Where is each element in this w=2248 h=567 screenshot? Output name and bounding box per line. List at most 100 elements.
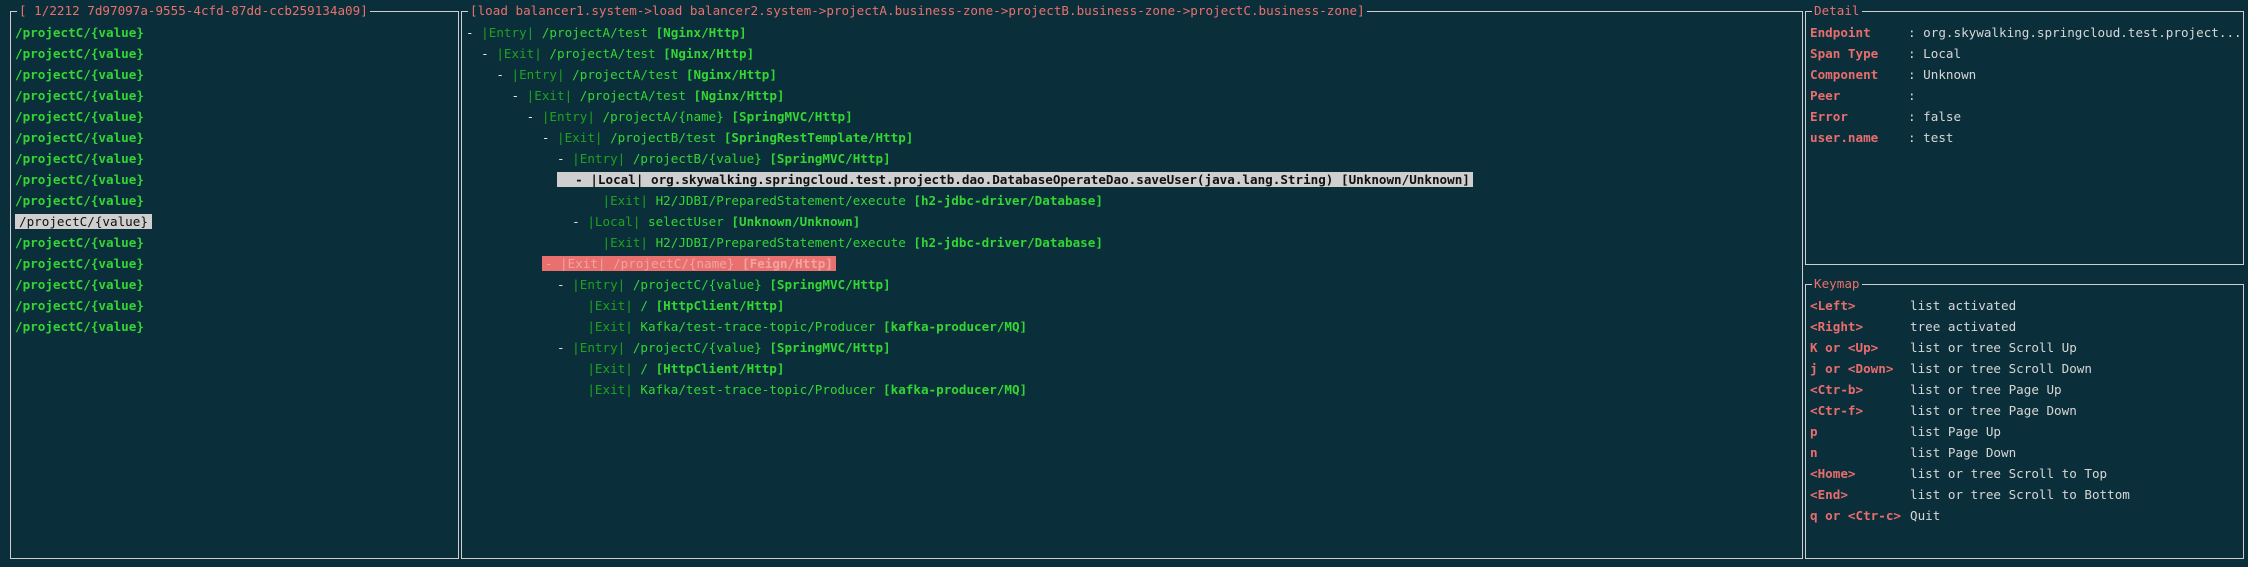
span-component: [Nginx/Http] <box>663 46 755 61</box>
detail-value: : <box>1908 88 1916 103</box>
tree-node-toggle[interactable]: - <box>557 277 572 292</box>
tree-node-toggle[interactable]: - <box>527 109 542 124</box>
span-tree-node[interactable]: |Exit| / [HttpClient/Http] <box>466 358 1798 379</box>
span-component: [Nginx/Http] <box>655 25 747 40</box>
span-component: [SpringMVC/Http] <box>769 151 891 166</box>
detail-value: : Local <box>1908 46 1962 61</box>
keymap-row: p list Page Up <box>1810 421 2239 442</box>
trace-list-item[interactable]: /projectC/{value} <box>15 127 454 148</box>
trace-list-item[interactable]: /projectC/{value} <box>15 232 454 253</box>
keymap-desc: list Page Down <box>1910 445 2017 460</box>
span-name: /projectA/test <box>572 88 694 103</box>
trace-list-item-label: /projectC/{value} <box>15 298 144 313</box>
tree-node-toggle[interactable]: - <box>542 130 557 145</box>
keymap-key: q or <Ctr-c> <box>1810 508 1901 523</box>
span-component: [Nginx/Http] <box>685 67 777 82</box>
span-kind: |Exit| <box>496 46 542 61</box>
span-tree-node[interactable]: - |Exit| /projectC/{name} [Feign/Http] <box>466 253 1798 274</box>
span-tree-node[interactable]: - |Local| selectUser [Unknown/Unknown] <box>466 211 1798 232</box>
trace-list-item[interactable]: /projectC/{value} <box>15 253 454 274</box>
span-tree-node[interactable]: - |Entry| /projectC/{value} [SpringMVC/H… <box>466 274 1798 295</box>
detail-label: Component <box>1810 67 1879 82</box>
trace-list-item[interactable]: /projectC/{value} <box>15 64 454 85</box>
tree-node-toggle[interactable]: - <box>545 256 560 271</box>
span-tree-node[interactable]: - |Entry| /projectA/test [Nginx/Http] <box>466 22 1798 43</box>
detail-value: : test <box>1908 130 1954 145</box>
keymap-pane: Keymap <Left> list activated <Right> tree a… <box>1805 274 2244 559</box>
trace-list-item[interactable]: /projectC/{value} <box>15 211 454 232</box>
trace-list-item[interactable]: /projectC/{value} <box>15 106 454 127</box>
span-kind: |Exit| <box>526 88 573 103</box>
tree-node-toggle[interactable]: - <box>560 172 590 187</box>
span-tree-node[interactable]: - |Entry| /projectA/{name} [SpringMVC/Ht… <box>466 106 1798 127</box>
keymap-row: q or <Ctr-c> Quit <box>1810 505 2239 526</box>
trace-list-item[interactable]: /projectC/{value} <box>15 169 454 190</box>
span-component: [Unknown/Unknown] <box>731 214 861 229</box>
trace-list-pane[interactable]: [ 1/2212 7d97097a-9555-4cfd-87dd-ccb2591… <box>10 1 459 559</box>
tree-node-toggle[interactable]: - <box>496 67 511 82</box>
span-name: / <box>632 361 656 376</box>
span-tree-node[interactable]: |Exit| Kafka/test-trace-topic/Producer [… <box>466 379 1798 400</box>
span-tree-node[interactable]: - |Exit| /projectA/test [Nginx/Http] <box>466 43 1798 64</box>
keymap-key: <Ctr-b> <box>1810 382 1864 397</box>
span-tree-node[interactable]: - |Entry| /projectB/{value} [SpringMVC/H… <box>466 148 1798 169</box>
span-name: /projectA/test <box>534 25 656 40</box>
keymap-row: <Ctr-f> list or tree Page Down <box>1810 400 2239 421</box>
trace-list-item[interactable]: /projectC/{value} <box>15 43 454 64</box>
span-tree-node[interactable]: |Exit| / [HttpClient/Http] <box>466 295 1798 316</box>
keymap-desc: list or tree Page Down <box>1910 403 2077 418</box>
span-tree-node[interactable]: |Exit| H2/JDBI/PreparedStatement/execute… <box>466 190 1798 211</box>
span-name: /projectA/test <box>564 67 686 82</box>
span-kind: |Exit| <box>602 235 648 250</box>
span-tree-node[interactable]: - |Local| org.skywalking.springcloud.tes… <box>466 169 1798 190</box>
span-kind: |Exit| <box>587 361 633 376</box>
trace-list-item[interactable]: /projectC/{value} <box>15 316 454 337</box>
tree-node-toggle[interactable]: - <box>557 151 572 166</box>
span-name: /projectC/{name} <box>605 256 742 271</box>
span-tree-node[interactable]: - |Entry| /projectA/test [Nginx/Http] <box>466 64 1798 85</box>
tree-node-toggle[interactable]: - <box>466 25 481 40</box>
tree-node-toggle[interactable]: - <box>512 88 527 103</box>
detail-label: user.name <box>1810 130 1879 145</box>
trace-list-item[interactable]: /projectC/{value} <box>15 295 454 316</box>
span-component: [Nginx/Http] <box>693 88 785 103</box>
keymap-desc: list or tree Scroll Down <box>1910 361 2092 376</box>
span-component: [HttpClient/Http] <box>655 298 785 313</box>
error-span[interactable]: - |Exit| /projectC/{name} [Feign/Http] <box>541 256 836 271</box>
detail-label: Peer <box>1810 88 1841 103</box>
span-tree-pane[interactable]: [load balancer1.system->load balancer2.s… <box>461 1 1803 559</box>
keymap-key: <Right> <box>1810 319 1864 334</box>
trace-list-item[interactable]: /projectC/{value} <box>15 274 454 295</box>
trace-list: /projectC/{value} /projectC/{value} /proje… <box>15 22 454 337</box>
span-tree-node[interactable]: - |Exit| /projectA/test [Nginx/Http] <box>466 85 1798 106</box>
span-name: selectUser <box>640 214 732 229</box>
selected-span[interactable]: - |Local| org.skywalking.springcloud.tes… <box>557 172 1473 187</box>
trace-list-item[interactable]: /projectC/{value} <box>15 148 454 169</box>
detail-value: : Unknown <box>1908 67 1977 82</box>
trace-list-item[interactable]: /projectC/{value} <box>15 190 454 211</box>
span-tree-node[interactable]: |Exit| Kafka/test-trace-topic/Producer [… <box>466 316 1798 337</box>
span-component: [Unknown/Unknown] <box>1340 172 1470 187</box>
span-name: /projectA/test <box>541 46 664 61</box>
keymap-key: p <box>1810 424 1818 439</box>
keymap-desc: tree activated <box>1910 319 2017 334</box>
tree-node-toggle[interactable]: - <box>557 340 572 355</box>
span-component: [h2-jdbc-driver/Database] <box>913 235 1103 250</box>
span-component: [SpringMVC/Http] <box>769 340 891 355</box>
span-component: [h2-jdbc-driver/Database] <box>913 193 1103 208</box>
trace-list-item[interactable]: /projectC/{value} <box>15 85 454 106</box>
span-tree-node[interactable]: - |Entry| /projectC/{value} [SpringMVC/H… <box>466 337 1798 358</box>
detail-title: Detail <box>1812 1 1862 21</box>
span-tree-node[interactable]: - |Exit| /projectB/test [SpringRestTempl… <box>466 127 1798 148</box>
tree-node-toggle[interactable]: - <box>481 46 496 61</box>
trace-list-item[interactable]: /projectC/{value} <box>15 22 454 43</box>
span-tree-node[interactable]: |Exit| H2/JDBI/PreparedStatement/execute… <box>466 232 1798 253</box>
keymap-desc: Quit <box>1910 508 1941 523</box>
keymap-key: K or <Up> <box>1810 340 1879 355</box>
tree-node-toggle[interactable]: - <box>572 214 587 229</box>
trace-list-item-label: /projectC/{value} <box>15 319 144 334</box>
